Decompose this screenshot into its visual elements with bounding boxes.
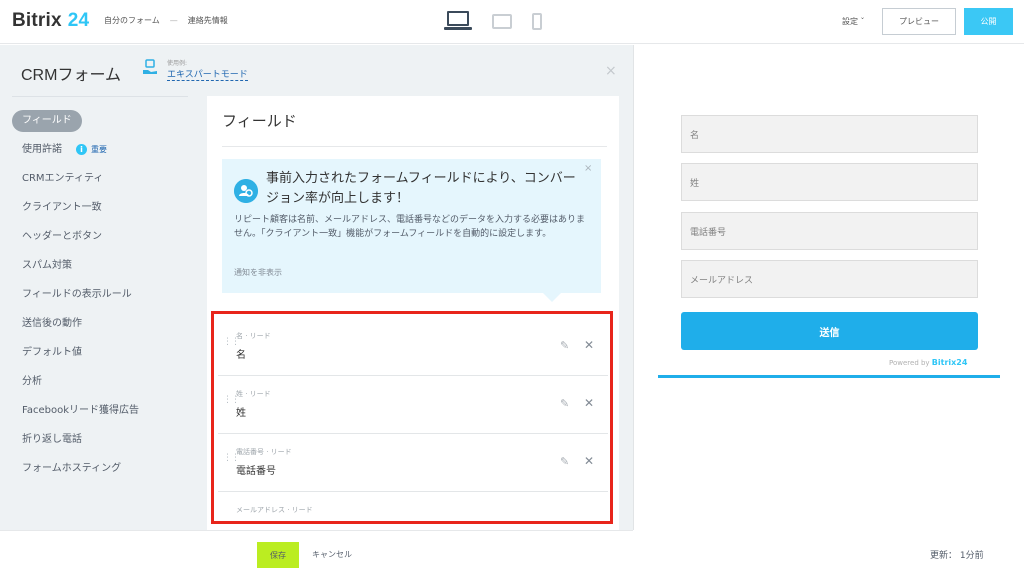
delete-icon[interactable]: ✕ xyxy=(584,396,594,410)
sidebar-item-default-values[interactable]: デフォルト値 xyxy=(12,342,192,371)
sidebar-item-label: ヘッダーとボタン xyxy=(22,231,102,242)
sidebar-item-client-match[interactable]: クライアント一致 xyxy=(12,197,192,226)
sidebar-item-label: フィールドの表示ルール xyxy=(22,289,132,300)
field-label: 名 xyxy=(236,350,246,361)
field-list: ⋮⋮ 名 · リード 名 ✎ ✕ ⋮⋮ 姓 · リード 姓 ✎ ✕ ⋮⋮ 電話番… xyxy=(215,314,611,524)
field-source: 電話番号 · リード xyxy=(236,448,292,456)
sidebar-item-label: デフォルト値 xyxy=(22,347,82,358)
preview-button[interactable]: プレビュー xyxy=(882,8,956,35)
field-label: 電話番号 xyxy=(236,466,276,477)
logo-number: 24 xyxy=(67,10,90,31)
sidebar-item-label: クライアント一致 xyxy=(22,202,102,213)
laptop-icon[interactable] xyxy=(444,11,472,31)
drag-handle-icon[interactable]: ⋮⋮ xyxy=(223,396,240,410)
top-bar: Bitrix 24 自分のフォーム — 連絡先情報 設定 ˇ プレビュー 公開 xyxy=(0,0,1024,44)
tablet-icon[interactable] xyxy=(492,14,512,29)
powered-by-label: Powered by Bitrix24 xyxy=(889,358,967,367)
bitrix24-logo[interactable]: Bitrix 24 xyxy=(12,10,89,32)
drag-handle-icon[interactable]: ⋮⋮ xyxy=(223,454,240,468)
fields-card: フィールド 事前入力されたフォームフィールドにより、コンバージョン率が向上します… xyxy=(207,96,619,575)
field-row-phone[interactable]: ⋮⋮ 電話番号 · リード 電話番号 ✎ ✕ xyxy=(218,434,608,492)
sidebar-item-analytics[interactable]: 分析 xyxy=(12,371,192,400)
preview-first-name-input[interactable]: 名 xyxy=(681,115,978,153)
breadcrumb-my-forms[interactable]: 自分のフォーム xyxy=(104,15,160,26)
preview-submit-button[interactable]: 送信 xyxy=(681,312,978,350)
publish-button[interactable]: 公開 xyxy=(964,8,1013,35)
sidebar-item-spam[interactable]: スパム対策 xyxy=(12,255,192,284)
powered-prefix: Powered by xyxy=(889,359,932,367)
sidebar-item-label: スパム対策 xyxy=(22,260,72,271)
phone-icon[interactable] xyxy=(532,13,542,30)
sidebar-item-hosting[interactable]: フォームホスティング xyxy=(12,458,192,487)
cancel-button[interactable]: キャンセル xyxy=(312,549,352,560)
sidebar-item-label: 折り返し電話 xyxy=(22,434,82,445)
close-icon[interactable]: × xyxy=(605,63,617,79)
sidebar-item-crm-entity[interactable]: CRMエンティティ xyxy=(12,168,192,197)
field-source: 姓 · リード xyxy=(236,390,271,398)
delete-icon[interactable]: ✕ xyxy=(584,338,594,352)
important-badge[interactable]: 重要 xyxy=(91,139,107,160)
sidebar-item-label: 使用許諾 xyxy=(22,144,62,155)
sidebar-item-consent[interactable]: 使用許諾 i 重要 xyxy=(12,139,192,168)
logo-text: Bitrix xyxy=(12,10,62,31)
sidebar-item-label: 送信後の動作 xyxy=(22,318,82,329)
sidebar-item-label: フォームホスティング xyxy=(22,463,122,474)
field-source: 名 · リード xyxy=(236,332,271,340)
divider xyxy=(12,96,188,97)
sidebar-item-label: 分析 xyxy=(22,376,42,387)
divider xyxy=(222,146,607,147)
breadcrumb: 自分のフォーム — 連絡先情報 xyxy=(104,15,228,26)
sidebar-item-label: CRMエンティティ xyxy=(22,173,104,184)
preview-email-input[interactable]: メールアドレス xyxy=(681,260,978,298)
preview-last-name-input[interactable]: 姓 xyxy=(681,163,978,201)
form-editor-panel: CRMフォーム 使用例: エキスパートモード × フィールド 使用許諾 i 重要 C… xyxy=(0,45,633,575)
notice-close-icon[interactable]: × xyxy=(584,163,592,174)
hide-notice-link[interactable]: 通知を非表示 xyxy=(234,267,282,278)
sidebar-item-facebook-ads[interactable]: Facebookリード獲得広告 xyxy=(12,400,192,429)
drag-handle-icon[interactable]: ⋮⋮ xyxy=(223,338,240,352)
settings-dropdown[interactable]: 設定 ˇ xyxy=(842,16,865,27)
form-preview: 名 姓 電話番号 メールアドレス 送信 Powered by Bitrix24 xyxy=(633,45,1024,530)
breadcrumb-contact-info[interactable]: 連絡先情報 xyxy=(188,15,228,26)
notice-pointer xyxy=(543,293,561,302)
device-switcher xyxy=(444,11,542,31)
pencil-icon[interactable]: ✎ xyxy=(560,455,569,468)
pencil-icon[interactable]: ✎ xyxy=(560,397,569,410)
preview-phone-input[interactable]: 電話番号 xyxy=(681,212,978,250)
sidebar-item-label: Facebookリード獲得広告 xyxy=(22,405,139,416)
section-title: フィールド xyxy=(222,113,297,130)
sidebar-item-after-submit[interactable]: 送信後の動作 xyxy=(12,313,192,342)
sidebar-item-fields[interactable]: フィールド xyxy=(12,110,192,139)
pencil-icon[interactable]: ✎ xyxy=(560,339,569,352)
hand-icon xyxy=(143,59,157,74)
save-button[interactable]: 保存 xyxy=(257,542,299,568)
expert-mode-link[interactable]: エキスパートモード xyxy=(167,67,248,81)
breadcrumb-separator: — xyxy=(169,16,178,25)
sidebar-item-label: フィールド xyxy=(12,110,82,132)
info-icon: i xyxy=(76,144,87,155)
powered-brand: Bitrix24 xyxy=(931,358,968,367)
sidebar-item-header-buttons[interactable]: ヘッダーとボタン xyxy=(12,226,192,255)
field-row-last-name[interactable]: ⋮⋮ 姓 · リード 姓 ✎ ✕ xyxy=(218,376,608,434)
field-source: メールアドレス · リード xyxy=(236,506,313,514)
panel-title: CRMフォーム xyxy=(21,67,121,84)
mode-caption: 使用例: xyxy=(167,60,188,67)
delete-icon[interactable]: ✕ xyxy=(584,454,594,468)
sidebar-item-callback[interactable]: 折り返し電話 xyxy=(12,429,192,458)
last-updated: 更新： 1分前 xyxy=(930,551,984,561)
notice-heading: 事前入力されたフォームフィールドにより、コンバージョン率が向上します！ xyxy=(266,171,576,206)
bottom-bar: 保存 キャンセル xyxy=(0,530,633,576)
field-label: 姓 xyxy=(236,408,246,419)
client-match-icon xyxy=(234,179,258,203)
notice-banner: 事前入力されたフォームフィールドにより、コンバージョン率が向上します！ × リピ… xyxy=(222,159,601,293)
field-row-first-name[interactable]: ⋮⋮ 名 · リード 名 ✎ ✕ xyxy=(218,318,608,376)
notice-body: リピート顧客は名前、メールアドレス、電話番号などのデータを入力する必要はありませ… xyxy=(234,215,586,239)
sidebar-nav: フィールド 使用許諾 i 重要 CRMエンティティ クライアント一致 ヘッダーとボタ… xyxy=(12,110,192,487)
preview-underline xyxy=(658,375,1000,378)
field-row-email[interactable]: メールアドレス · リード xyxy=(218,492,608,524)
sidebar-item-field-rules[interactable]: フィールドの表示ルール xyxy=(12,284,192,313)
